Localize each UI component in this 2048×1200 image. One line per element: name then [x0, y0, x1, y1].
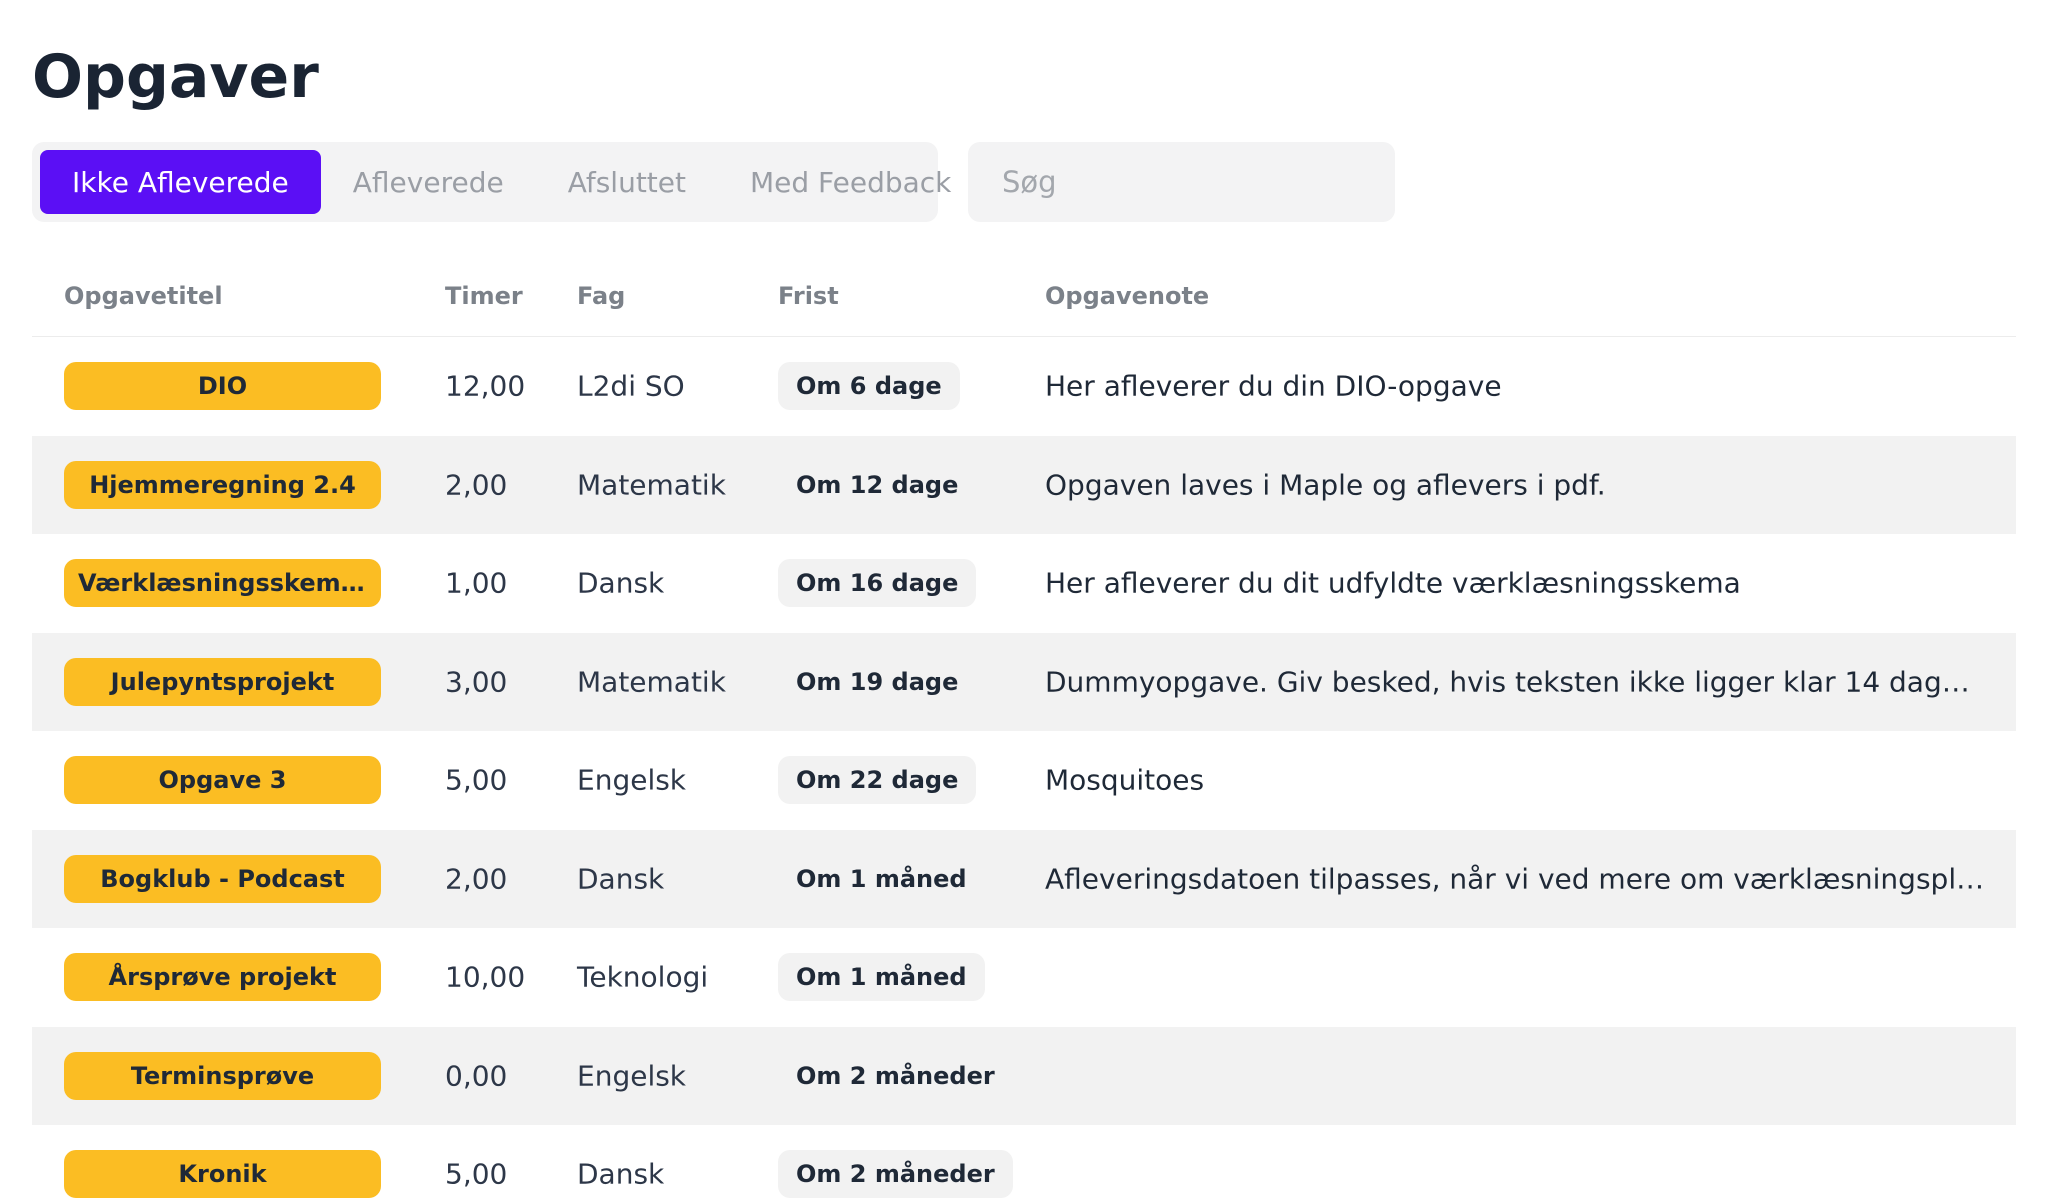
- assignment-title-pill[interactable]: Årsprøve projekt: [64, 953, 381, 1002]
- title-cell: Kronik: [64, 1150, 381, 1199]
- table-row[interactable]: Opgave 3 5,00 Engelsk Om 22 dage Mosquitoes: [32, 731, 2016, 830]
- subject-cell: L2di SO: [577, 369, 685, 403]
- hours-cell: 5,00: [445, 763, 508, 797]
- title-cell: Årsprøve projekt: [64, 953, 381, 1002]
- header-note[interactable]: Opgavenote: [1045, 282, 1209, 310]
- deadline-badge: Om 2 måneder: [778, 1150, 1013, 1199]
- deadline-badge: Om 19 dage: [796, 667, 959, 696]
- subject-cell: Engelsk: [577, 763, 687, 797]
- note-cell: Mosquitoes: [1045, 763, 1205, 797]
- subject-cell: Dansk: [577, 566, 665, 600]
- table-row[interactable]: Hjemmeregning 2.4 2,00 Matematik Om 12 dage…: [32, 435, 2016, 534]
- tab-not-submitted[interactable]: Ikke Afleverede: [40, 150, 321, 214]
- deadline-cell: Om 16 dage: [778, 559, 977, 608]
- tab-finished[interactable]: Afsluttet: [536, 150, 718, 214]
- deadline-badge: Om 2 måneder: [796, 1061, 995, 1090]
- note-cell: Opgaven laves i Maple og aflevers i pdf.: [1045, 468, 1606, 502]
- assignment-title-pill[interactable]: Terminsprøve: [64, 1051, 381, 1100]
- deadline-cell: Om 2 måneder: [778, 1150, 1013, 1199]
- table-row[interactable]: Julepyntsprojekt 3,00 Matematik Om 19 dage D…: [32, 632, 2016, 731]
- deadline-badge: Om 16 dage: [778, 559, 977, 608]
- deadline-badge: Om 22 dage: [778, 756, 977, 805]
- subject-cell: Engelsk: [577, 1059, 687, 1093]
- table-header: Opgavetitel Timer Fag Frist Opgavenote: [32, 255, 2016, 337]
- note-cell: Afleveringsdatoen tilpasses, når vi ved …: [1045, 862, 1985, 896]
- title-cell: Hjemmeregning 2.4: [64, 460, 381, 509]
- deadline-cell: Om 2 måneder: [778, 1052, 1013, 1100]
- deadline-cell: Om 19 dage: [778, 658, 976, 706]
- hours-cell: 12,00: [445, 369, 526, 403]
- deadline-badge: Om 1 måned: [796, 864, 967, 893]
- tab-with-feedback[interactable]: Med Feedback: [718, 150, 983, 214]
- assignment-title-pill[interactable]: Kronik: [64, 1150, 381, 1199]
- hours-cell: 5,00: [445, 1157, 508, 1191]
- assignment-title-pill[interactable]: Bogklub - Podcast: [64, 854, 381, 903]
- title-cell: Julepyntsprojekt: [64, 657, 381, 706]
- subject-cell: Matematik: [577, 468, 726, 502]
- hours-cell: 0,00: [445, 1059, 508, 1093]
- deadline-badge: Om 6 dage: [778, 362, 960, 411]
- subject-cell: Dansk: [577, 1157, 665, 1191]
- assignments-table: Opgavetitel Timer Fag Frist Opgavenote D…: [32, 255, 2016, 1200]
- header-subject[interactable]: Fag: [577, 282, 625, 310]
- hours-cell: 1,00: [445, 566, 508, 600]
- deadline-cell: Om 1 måned: [778, 855, 985, 903]
- status-tabs: Ikke Afleverede Afleverede Afsluttet Med…: [32, 142, 951, 222]
- header-hours[interactable]: Timer: [445, 282, 523, 310]
- assignment-title-pill[interactable]: Værklæsningsskema "...: [64, 559, 381, 608]
- title-cell: Værklæsningsskema "...: [64, 559, 381, 608]
- title-cell: Terminsprøve: [64, 1051, 381, 1100]
- tab-submitted[interactable]: Afleverede: [321, 150, 536, 214]
- header-title[interactable]: Opgavetitel: [64, 282, 223, 310]
- table-row[interactable]: Bogklub - Podcast 2,00 Dansk Om 1 måned Afle…: [32, 829, 2016, 928]
- table-row[interactable]: Årsprøve projekt 10,00 Teknologi Om 1 måned: [32, 928, 2016, 1027]
- hours-cell: 10,00: [445, 960, 526, 994]
- subject-cell: Matematik: [577, 665, 726, 699]
- deadline-cell: Om 12 dage: [778, 461, 976, 509]
- assignment-title-pill[interactable]: Opgave 3: [64, 756, 381, 805]
- table-row[interactable]: Kronik 5,00 Dansk Om 2 måneder: [32, 1125, 2016, 1200]
- deadline-cell: Om 6 dage: [778, 362, 960, 411]
- note-cell: Her afleverer du dit udfyldte værklæsnin…: [1045, 566, 1741, 600]
- table-row[interactable]: Terminsprøve 0,00 Engelsk Om 2 måneder: [32, 1026, 2016, 1125]
- table-row[interactable]: DIO 12,00 L2di SO Om 6 dage Her afleverer du…: [32, 337, 2016, 436]
- subject-cell: Dansk: [577, 862, 665, 896]
- assignment-title-pill[interactable]: Julepyntsprojekt: [64, 657, 381, 706]
- subject-cell: Teknologi: [577, 960, 709, 994]
- table-row[interactable]: Værklæsningsskema "... 1,00 Dansk Om 16 dag…: [32, 534, 2016, 633]
- assignment-title-pill[interactable]: Hjemmeregning 2.4: [64, 460, 381, 509]
- hours-cell: 3,00: [445, 665, 508, 699]
- note-cell: Dummyopgave. Giv besked, hvis teksten ik…: [1045, 665, 1985, 699]
- hours-cell: 2,00: [445, 468, 508, 502]
- deadline-badge: Om 1 måned: [778, 953, 985, 1002]
- hours-cell: 2,00: [445, 862, 508, 896]
- assignments-page: Opgaver Ikke Afleverede Afleverede Afslu…: [0, 0, 2048, 1200]
- title-cell: DIO: [64, 362, 381, 411]
- note-cell: Her afleverer du din DIO-opgave: [1045, 369, 1502, 403]
- title-cell: Bogklub - Podcast: [64, 854, 381, 903]
- page-title: Opgaver: [32, 42, 319, 112]
- deadline-badge: Om 12 dage: [796, 470, 959, 499]
- search-input[interactable]: [968, 142, 1395, 222]
- assignment-title-pill[interactable]: DIO: [64, 362, 381, 411]
- header-deadline[interactable]: Frist: [778, 282, 839, 310]
- deadline-cell: Om 1 måned: [778, 953, 985, 1002]
- table-body: DIO 12,00 L2di SO Om 6 dage Her afleverer du…: [32, 337, 2016, 1200]
- title-cell: Opgave 3: [64, 756, 381, 805]
- deadline-cell: Om 22 dage: [778, 756, 977, 805]
